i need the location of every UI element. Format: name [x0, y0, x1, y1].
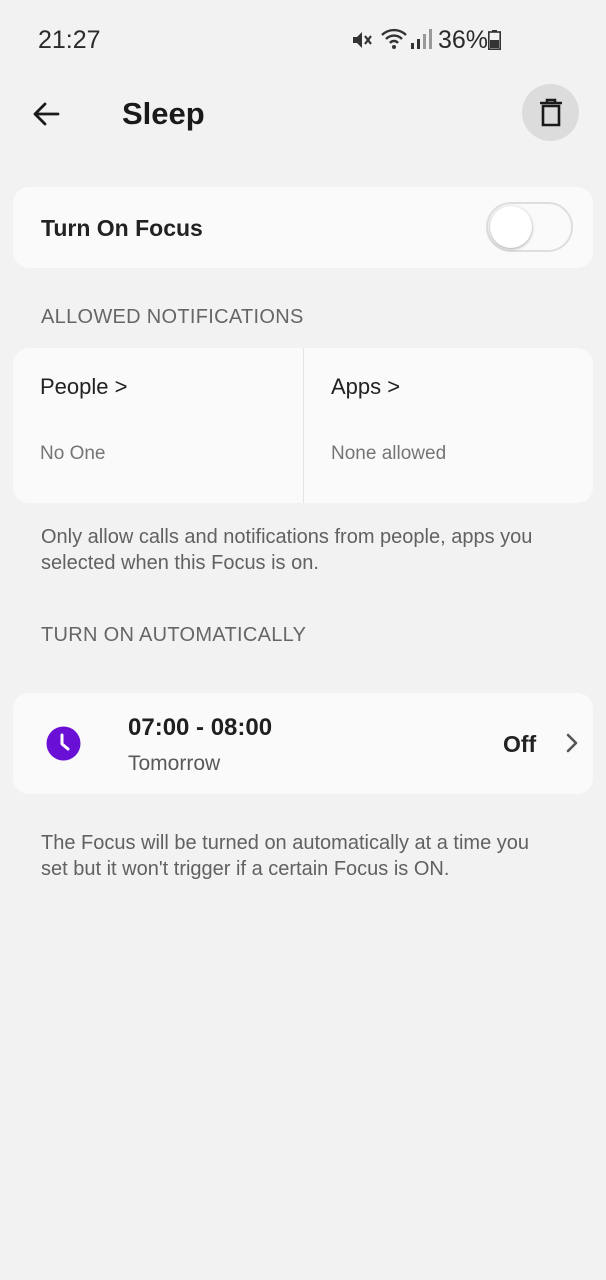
schedule-time: 07:00 - 08:00 — [128, 714, 273, 741]
status-time: 21:27 — [38, 26, 101, 54]
turn-on-automatically-header: TURN ON AUTOMATICALLY — [41, 624, 307, 646]
people-value: No One — [40, 443, 106, 464]
allowed-notifications-card: People > No One Apps > None allowed — [13, 348, 593, 503]
schedule-item[interactable]: 07:00 - 08:00 Tomorrow Off — [13, 693, 593, 794]
apps-option[interactable]: Apps > None allowed — [303, 348, 593, 503]
battery-icon — [488, 30, 501, 50]
trash-icon — [539, 98, 562, 126]
wifi-icon — [381, 28, 407, 49]
status-bar: 21:27 36% — [0, 0, 606, 80]
signal-icon — [411, 29, 432, 49]
schedule-day: Tomorrow — [128, 752, 221, 775]
back-arrow-icon — [33, 102, 60, 126]
clock-icon — [46, 726, 81, 761]
apps-title: Apps > — [331, 374, 401, 399]
delete-button[interactable] — [522, 84, 579, 141]
back-button[interactable] — [24, 92, 68, 136]
mute-icon — [353, 32, 372, 48]
allowed-notifications-description: Only allow calls and notifications from … — [41, 526, 533, 574]
turn-on-focus-label: Turn On Focus — [41, 215, 203, 241]
turn-on-focus-card: Turn On Focus — [13, 187, 593, 268]
allowed-notifications-header: ALLOWED NOTIFICATIONS — [41, 306, 304, 328]
schedule-state: Off — [503, 731, 537, 757]
toggle-knob — [490, 206, 532, 248]
people-title: People > — [40, 374, 128, 399]
page-title: Sleep — [122, 96, 205, 131]
turn-on-focus-toggle[interactable] — [486, 202, 573, 252]
people-option[interactable]: People > No One — [13, 348, 303, 503]
app-bar: Sleep — [0, 80, 606, 160]
apps-value: None allowed — [331, 443, 447, 464]
turn-on-automatically-description: The Focus will be turned on automaticall… — [41, 832, 530, 880]
chevron-right-icon — [566, 733, 578, 753]
battery-percentage: 36% — [438, 26, 489, 54]
